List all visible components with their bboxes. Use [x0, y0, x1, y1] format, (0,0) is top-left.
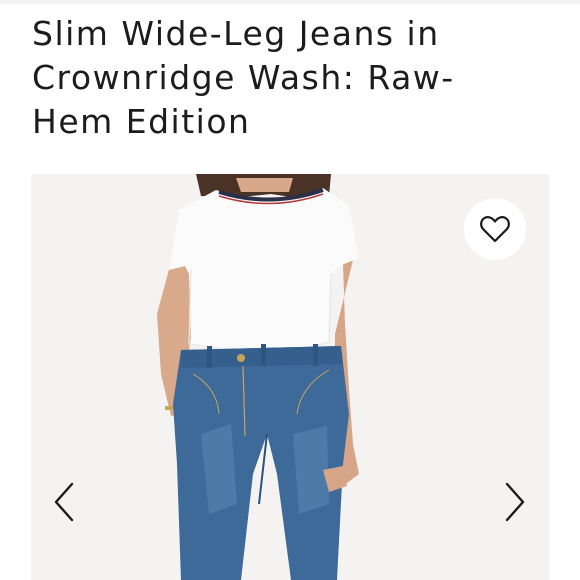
next-image-button[interactable] [501, 480, 529, 524]
previous-image-button[interactable] [50, 480, 78, 524]
favorite-button[interactable] [464, 198, 526, 260]
product-title: Slim Wide-Leg Jeans in Crownridge Wash: … [32, 12, 552, 144]
chevron-left-icon [54, 482, 74, 522]
heart-outline-icon [480, 216, 510, 243]
product-image-gallery[interactable] [31, 174, 549, 580]
product-title-line-1: Slim Wide-Leg Jeans in [32, 14, 440, 53]
top-divider [0, 0, 580, 4]
product-title-line-3: Hem Edition [32, 102, 251, 141]
product-title-line-2: Crownridge Wash: Raw- [32, 58, 455, 97]
chevron-right-icon [505, 482, 525, 522]
